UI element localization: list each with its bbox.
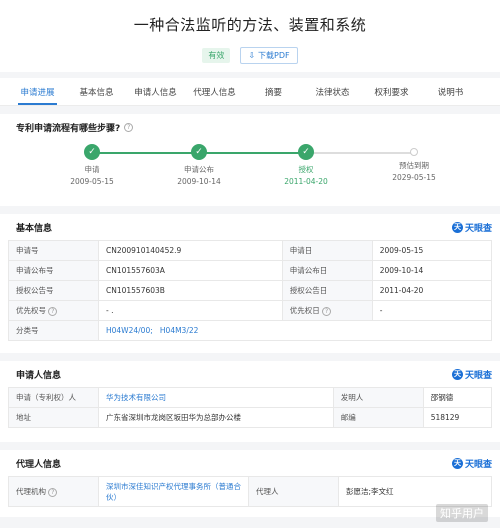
step-label: 申请 <box>84 165 100 174</box>
basic-info-table: 申请号 CN200910140452.9 申请日 2009-05-15 申请公布号 C… <box>8 240 493 341</box>
tianyancha-logo[interactable]: 天天眼查 <box>451 221 492 234</box>
download-icon: ⇩ <box>248 51 256 60</box>
table-row: 分类号 H04W24/00; H04M3/22 <box>8 320 492 341</box>
timeline-step: ✓ 申请公布 2009-10-14 <box>164 144 234 186</box>
applicant-table: 申请（专利权）人 华为技术有限公司 发明人 邵钢德 地址 广东省深圳市龙岗区坂田华为总… <box>8 387 493 428</box>
table-row: 申请号 CN200910140452.9 申请日 2009-05-15 <box>8 240 493 261</box>
step-label: 预估到期 <box>399 161 429 170</box>
page-header: 一种合法监听的方法、装置和系统 有效 ⇩ 下载PDF <box>0 0 500 72</box>
tianyancha-icon: 天 <box>451 221 463 233</box>
table-row: 地址 广东省深圳市龙岗区坂田华为总部办公楼 邮编 518129 <box>8 407 493 428</box>
tab-applicant[interactable]: 申请人信息 <box>126 78 185 105</box>
step-date: 2009-10-14 <box>177 177 221 186</box>
class-code-link[interactable]: H04W24/00; <box>106 326 153 335</box>
applicant-title: 申请人信息 <box>16 370 62 381</box>
tianyancha-logo[interactable]: 天天眼查 <box>451 457 492 470</box>
tianyancha-icon: 天 <box>451 457 463 469</box>
process-card: 专利申请流程有哪些步骤? ? ✓ 申请 2009-05-15 ✓ 申请公布 20… <box>0 114 500 206</box>
pending-dot-icon <box>410 148 418 156</box>
step-date: 2029-05-15 <box>392 173 436 182</box>
agent-agency-link[interactable]: 深圳市深佳知识产权代理事务所（普通合伙） <box>98 476 249 507</box>
agent-card: 代理人信息 天天眼查 代理机构 ? 深圳市深佳知识产权代理事务所（普通合伙） 代… <box>0 450 500 517</box>
tab-basic-info[interactable]: 基本信息 <box>67 78 126 105</box>
tianyancha-logo[interactable]: 天天眼查 <box>451 368 492 381</box>
timeline-step: ✓ 申请 2009-05-15 <box>57 144 127 186</box>
step-date: 2011-04-20 <box>284 177 328 186</box>
patent-page: 一种合法监听的方法、装置和系统 有效 ⇩ 下载PDF 申请进展 基本信息 申请人… <box>0 0 500 528</box>
agent-title: 代理人信息 <box>16 459 62 470</box>
table-row: 申请公布号 CN101557603A 申请公布日 2009-10-14 <box>8 260 493 281</box>
tab-progress[interactable]: 申请进展 <box>8 78 67 105</box>
help-icon[interactable]: ? <box>48 307 58 316</box>
process-timeline: ✓ 申请 2009-05-15 ✓ 申请公布 2009-10-14 ✓ 授权 2… <box>18 140 482 196</box>
timeline-step: 预估到期 2029-05-15 <box>379 144 449 182</box>
tab-bar: 申请进展 基本信息 申请人信息 代理人信息 摘要 法律状态 权利要求 说明书 <box>0 78 500 106</box>
check-icon: ✓ <box>191 144 207 160</box>
status-badge: 有效 <box>202 48 231 63</box>
tab-agent[interactable]: 代理人信息 <box>185 78 244 105</box>
table-row: 代理机构 ? 深圳市深佳知识产权代理事务所（普通合伙） 代理人 彭愿洁;李文红 <box>8 476 492 507</box>
step-date: 2009-05-15 <box>70 177 114 186</box>
table-row: 申请（专利权）人 华为技术有限公司 发明人 邵钢德 <box>8 387 493 408</box>
tab-claims[interactable]: 权利要求 <box>362 78 421 105</box>
applicant-card: 申请人信息 天天眼查 申请（专利权）人 华为技术有限公司 发明人 邵钢德 地址 广东省… <box>0 361 500 442</box>
step-label: 申请公布 <box>184 165 214 174</box>
applicant-link[interactable]: 华为技术有限公司 <box>98 387 334 408</box>
timeline-step: ✓ 授权 2011-04-20 <box>271 144 341 186</box>
basic-info-title: 基本信息 <box>16 223 53 234</box>
tianyancha-icon: 天 <box>451 368 463 380</box>
download-pdf-label: 下载PDF <box>258 51 290 60</box>
download-pdf-button[interactable]: ⇩ 下载PDF <box>240 47 298 64</box>
step-label: 授权 <box>298 165 314 174</box>
tab-legal-status[interactable]: 法律状态 <box>303 78 362 105</box>
basic-info-card: 基本信息 天天眼查 申请号 CN200910140452.9 申请日 2009-05… <box>0 214 500 353</box>
tab-abstract[interactable]: 摘要 <box>244 78 303 105</box>
table-row: 优先权号 ? - . 优先权日 ? - <box>8 300 493 321</box>
table-row: 授权公告号 CN101557603B 授权公告日 2011-04-20 <box>8 280 493 301</box>
watermark: 知乎用户 <box>436 504 488 522</box>
help-icon[interactable]: ? <box>322 307 332 316</box>
page-title: 一种合法监听的方法、装置和系统 <box>133 16 367 34</box>
help-icon[interactable]: ? <box>48 488 58 497</box>
tab-description[interactable]: 说明书 <box>421 78 480 105</box>
class-code-link[interactable]: H04M3/22 <box>160 326 199 335</box>
check-icon: ✓ <box>298 144 314 160</box>
agent-table: 代理机构 ? 深圳市深佳知识产权代理事务所（普通合伙） 代理人 彭愿洁;李文红 <box>8 476 492 507</box>
check-icon: ✓ <box>84 144 100 160</box>
process-title: 专利申请流程有哪些步骤? <box>16 123 121 134</box>
help-icon[interactable]: ? <box>124 122 134 132</box>
